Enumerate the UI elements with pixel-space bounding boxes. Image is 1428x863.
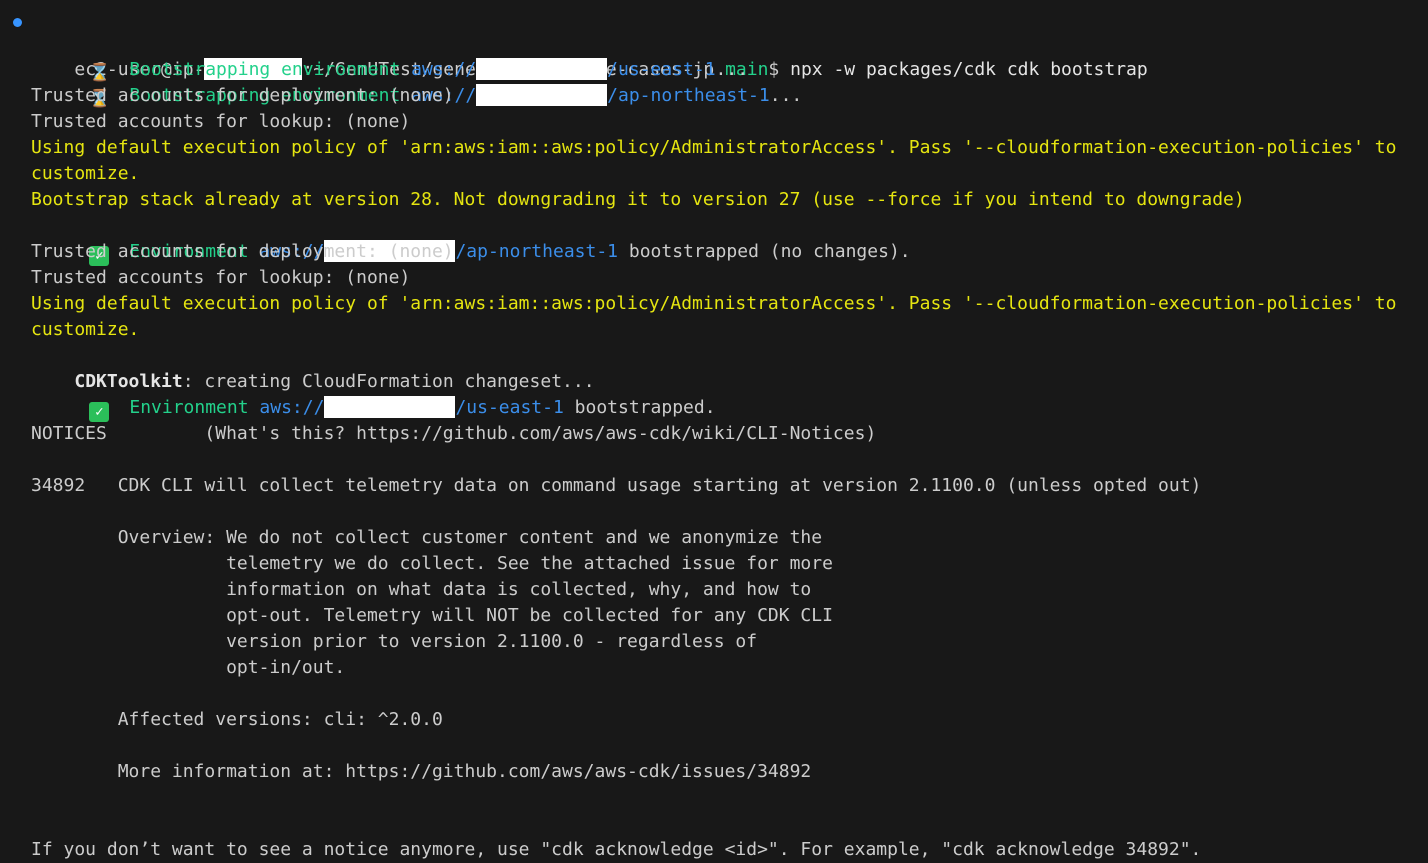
policy-warning-line: Using default execution policy of 'arn:a… — [31, 293, 1397, 314]
overview-line: opt-in/out. — [31, 657, 346, 678]
notices-header: NOTICES (What's this? https://github.com… — [31, 423, 877, 444]
region-text: /ap-northeast-1 — [455, 241, 619, 262]
region-text: /us-east-1 — [455, 397, 564, 418]
affected-versions-line: Affected versions: cli: ^2.0.0 — [31, 709, 443, 730]
environment-status: bootstrapped (no changes). — [628, 241, 911, 262]
overview-line: telemetry we do collect. See the attache… — [31, 553, 833, 574]
cdktoolkit-line: CDKToolkit: creating CloudFormation chan… — [31, 343, 594, 392]
trusted-lookup-line: Trusted accounts for lookup: (none) — [31, 111, 411, 132]
environment-line-1: ✓ Environment aws:///ap-northeast-1 boots… — [0, 213, 911, 266]
notice-title: 34892 CDK CLI will collect telemetry dat… — [31, 475, 1202, 496]
environment-label: Environment — [129, 397, 249, 418]
overview-line: information on what data is collected, w… — [31, 579, 812, 600]
trusted-deployment-line: Trusted accounts for deployment: (none) — [31, 85, 454, 106]
policy-warning-line-cont: customize. — [31, 163, 140, 184]
ellipsis-text: ... — [769, 85, 803, 106]
bootstrapping-line-1: ⌛ Bootstrapping environment aws:///us-eas… — [0, 31, 748, 83]
check-icon: ✓ — [89, 402, 110, 422]
more-information-line: More information at: https://github.com/… — [31, 761, 812, 782]
region-text: /ap-northeast-1 — [607, 85, 770, 106]
trusted-lookup-line: Trusted accounts for lookup: (none) — [31, 267, 411, 288]
bootstrap-version-line: Bootstrap stack already at version 28. N… — [31, 189, 1245, 210]
policy-warning-line-cont: customize. — [31, 319, 140, 340]
prompt-line: ec2-user@ip-:~/GenUTest/generative-ai-us… — [0, 5, 1148, 80]
policy-warning-line: Using default execution policy of 'arn:a… — [31, 137, 1397, 158]
terminal[interactable]: ec2-user@ip-:~/GenUTest/generative-ai-us… — [0, 0, 1428, 863]
acknowledge-line: If you don’t want to see a notice anymor… — [31, 839, 1202, 860]
overview-line: Overview: We do not collect customer con… — [31, 527, 823, 548]
environment-line-2: ✓ Environment aws:// /us-east-1 bootstrapp… — [0, 369, 716, 422]
redaction-block — [476, 84, 608, 106]
aws-prefix: aws:// — [259, 397, 325, 418]
status-dot-icon — [13, 18, 22, 27]
trusted-deployment-line: Trusted accounts for deployment: (none) — [31, 241, 454, 262]
bootstrapping-line-2: ⌛ Bootstrapping environment aws:///ap-nor… — [0, 57, 802, 109]
redaction-block — [324, 396, 456, 418]
environment-status: bootstrapped. — [574, 397, 716, 418]
overview-line: opt-out. Telemetry will NOT be collected… — [31, 605, 833, 626]
overview-line: version prior to version 2.1100.0 - rega… — [31, 631, 758, 652]
prompt-command: npx -w packages/cdk cdk bootstrap — [790, 59, 1148, 80]
